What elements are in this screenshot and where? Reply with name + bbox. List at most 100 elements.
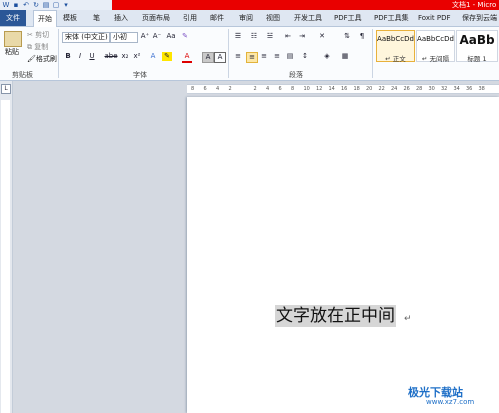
tab-page-layout[interactable]: 页面布局 xyxy=(142,10,170,26)
redo-icon[interactable]: ↻ xyxy=(32,1,40,9)
ruler-tick: 22 xyxy=(378,86,385,92)
ruler-tick: 6 xyxy=(278,86,282,92)
tab-mailings[interactable]: 邮件 xyxy=(210,10,224,26)
sort-icon[interactable]: ⇅ xyxy=(342,32,352,41)
preview-icon[interactable]: ▢ xyxy=(52,1,60,9)
shading-icon[interactable]: ◈ xyxy=(322,52,332,61)
tab-file[interactable]: 文件 xyxy=(0,10,26,26)
style-name: ↵ 无间隔 xyxy=(421,55,449,63)
numbering-icon[interactable]: ☷ xyxy=(249,32,259,41)
distribute-icon[interactable]: ▤ xyxy=(285,52,295,61)
chinese-layout-icon[interactable]: ✕ xyxy=(317,32,327,41)
line-spacing-icon[interactable]: ↕ xyxy=(300,52,310,61)
subscript-button[interactable]: x₂ xyxy=(120,52,130,61)
tab-view[interactable]: 视图 xyxy=(266,10,280,26)
clipboard-group-label: 剪贴板 xyxy=(12,71,33,79)
style-heading-1[interactable]: AaBb 标题 1 xyxy=(456,30,498,63)
document-page[interactable] xyxy=(187,97,499,413)
ruler-tick: 14 xyxy=(328,86,335,92)
align-center-icon[interactable]: ≡ xyxy=(246,52,258,63)
tab-review[interactable]: 审阅 xyxy=(239,10,253,26)
multilevel-list-icon[interactable]: ☱ xyxy=(265,32,275,41)
paragraph-group-label: 段落 xyxy=(289,71,303,79)
italic-button[interactable]: I xyxy=(76,52,84,61)
shrink-font-button[interactable]: A⁻ xyxy=(152,32,162,41)
increase-indent-icon[interactable]: ⇥ xyxy=(297,32,307,41)
quick-access-toolbar: W ▪ ↶ ↻ ▤ ▢ ▾ xyxy=(0,0,70,10)
copy-label: 复制 xyxy=(34,43,49,51)
horizontal-ruler: 8 6 4 2 2 4 6 8 10 12 14 16 18 20 22 24 26 28 30 32 34 36 38 xyxy=(187,84,499,94)
cut-label: 剪切 xyxy=(35,31,50,39)
clear-format-icon[interactable]: ✎ xyxy=(180,32,190,41)
format-painter-label: 格式刷 xyxy=(35,55,57,63)
style-sample: AaBbCcDd xyxy=(377,35,414,43)
undo-icon[interactable]: ↶ xyxy=(22,1,30,9)
align-left-icon[interactable]: ≡ xyxy=(233,52,243,61)
tab-pdf-toolset[interactable]: PDF工具集 xyxy=(374,10,409,26)
copy-button[interactable]: ⧉ 复制 xyxy=(27,42,48,52)
justify-icon[interactable]: ≡ xyxy=(272,52,282,61)
cut-button[interactable]: ✂ 剪切 xyxy=(27,30,49,40)
change-case-button[interactable]: Aa xyxy=(166,32,176,41)
separator xyxy=(372,29,373,78)
ribbon-tabs: 文件 开始 模板 笔 插入 页面布局 引用 邮件 审阅 视图 开发工具 PDF工… xyxy=(0,10,499,27)
align-right-icon[interactable]: ≡ xyxy=(259,52,269,61)
ribbon: 粘贴 ✂ 剪切 ⧉ 复制 🖌格式刷 剪贴板 宋体 (中文正) 小初 A⁺ A⁻ … xyxy=(0,27,499,81)
superscript-button[interactable]: x² xyxy=(132,52,142,61)
ruler-tick: 4 xyxy=(216,86,220,92)
left-margin-strip xyxy=(0,81,13,413)
strikethrough-button[interactable]: abe xyxy=(104,52,118,61)
save-icon[interactable]: ▪ xyxy=(12,1,20,9)
ruler-tick: 10 xyxy=(303,86,310,92)
ruler-tick: 32 xyxy=(441,86,448,92)
scissors-icon: ✂ xyxy=(27,31,33,39)
tab-selector[interactable]: L xyxy=(1,84,11,94)
font-group-label: 字体 xyxy=(133,71,147,79)
style-no-spacing[interactable]: AaBbCcDd ↵ 无间隔 xyxy=(416,30,455,63)
ruler-tick: 2 xyxy=(228,86,232,92)
window-title: 文档1 - Micro xyxy=(452,1,497,9)
tab-home[interactable]: 开始 xyxy=(33,10,57,27)
style-normal[interactable]: AaBbCcDd ↵ 正文 xyxy=(376,30,415,63)
char-shading-icon[interactable]: A xyxy=(202,52,214,63)
tab-developer[interactable]: 开发工具 xyxy=(294,10,322,26)
print-icon[interactable]: ▤ xyxy=(42,1,50,9)
style-sample: AaBbCcDd xyxy=(417,35,454,43)
format-painter-button[interactable]: 🖌格式刷 xyxy=(27,54,57,64)
font-color-button[interactable]: A xyxy=(182,52,192,63)
tab-insert[interactable]: 插入 xyxy=(114,10,128,26)
customize-icon[interactable]: ▾ xyxy=(62,1,70,9)
vertical-ruler xyxy=(1,100,10,413)
ruler-tick: 28 xyxy=(416,86,423,92)
bullets-icon[interactable]: ☰ xyxy=(233,32,243,41)
bold-button[interactable]: B xyxy=(64,52,72,61)
ruler-tick: 20 xyxy=(366,86,373,92)
tab-template[interactable]: 模板 xyxy=(63,10,77,26)
ruler-tick: 8 xyxy=(191,86,195,92)
ruler-tick: 12 xyxy=(316,86,323,92)
tab-references[interactable]: 引用 xyxy=(183,10,197,26)
borders-icon[interactable]: ▦ xyxy=(340,52,350,61)
tab-foxit-pdf[interactable]: Foxit PDF xyxy=(418,10,451,26)
grow-font-button[interactable]: A⁺ xyxy=(140,32,150,41)
font-name-select[interactable]: 宋体 (中文正) xyxy=(62,32,110,43)
ruler-tick: 16 xyxy=(341,86,348,92)
paste-icon[interactable] xyxy=(4,31,22,47)
document-text[interactable]: 文字放在正中间 xyxy=(275,305,396,327)
title-bar: W ▪ ↶ ↻ ▤ ▢ ▾ 文档1 - Micro xyxy=(0,0,499,10)
text-effects-icon[interactable]: A xyxy=(148,52,158,61)
tab-pdf-tools[interactable]: PDF工具 xyxy=(334,10,362,26)
ruler-tick: 38 xyxy=(478,86,485,92)
tab-save-cloud[interactable]: 保存到云端 xyxy=(462,10,497,26)
paste-button[interactable]: 粘贴 xyxy=(5,47,19,57)
decrease-indent-icon[interactable]: ⇤ xyxy=(283,32,293,41)
separator xyxy=(58,29,59,78)
style-name: 标题 1 xyxy=(467,55,487,63)
tab-pen[interactable]: 笔 xyxy=(93,10,100,26)
show-marks-icon[interactable]: ¶ xyxy=(357,32,367,41)
highlight-icon[interactable]: ✎ xyxy=(162,52,172,61)
char-border-icon[interactable]: A xyxy=(214,52,226,63)
style-name: ↵ 正文 xyxy=(385,55,406,63)
font-size-select[interactable]: 小初 xyxy=(110,32,138,43)
underline-button[interactable]: U xyxy=(88,52,96,61)
